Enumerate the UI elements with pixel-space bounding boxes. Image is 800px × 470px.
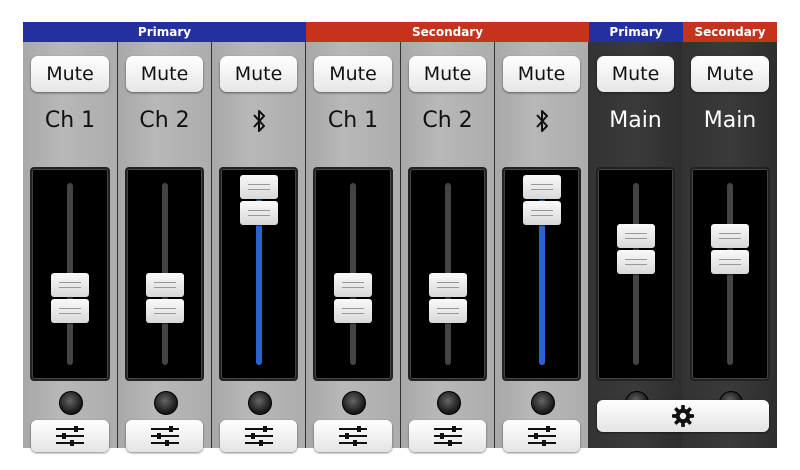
- eq-sliders-icon: [56, 426, 84, 446]
- mute-button[interactable]: Mute: [126, 56, 203, 92]
- fader-handle[interactable]: [711, 223, 749, 274]
- channel-strip-primary-bluetooth: Mute: [212, 42, 306, 452]
- fader: [30, 167, 110, 381]
- mute-button[interactable]: Mute: [314, 56, 392, 92]
- eq-settings-button[interactable]: [31, 420, 109, 452]
- signal-led: [153, 391, 178, 415]
- fader: [313, 167, 393, 381]
- eq-settings-button[interactable]: [314, 420, 392, 452]
- eq-settings-button[interactable]: [503, 420, 580, 452]
- fader: [690, 167, 770, 381]
- eq-settings-button[interactable]: [409, 420, 486, 452]
- group-header-primary: Primary: [23, 22, 306, 42]
- eq-sliders-icon: [339, 426, 367, 446]
- fader: [219, 167, 298, 381]
- channel-strip-primary-ch1: Mute Ch 1: [23, 42, 118, 452]
- group-header-main-primary: Primary: [589, 22, 683, 42]
- fader: [596, 167, 675, 381]
- eq-sliders-icon: [244, 426, 273, 446]
- mute-button[interactable]: Mute: [597, 56, 674, 92]
- eq-sliders-icon: [527, 426, 556, 446]
- fader-track: [727, 183, 733, 365]
- eq-sliders-icon: [150, 426, 179, 446]
- signal-led: [342, 391, 366, 415]
- channel-label: Main: [609, 108, 662, 133]
- fader-handle[interactable]: [428, 272, 467, 323]
- fader: [125, 167, 204, 381]
- fader-handle[interactable]: [522, 175, 561, 225]
- channel-label: Ch 1: [327, 108, 379, 133]
- main-strip-primary: Mute Main: [589, 42, 683, 448]
- fader-track: [632, 183, 639, 365]
- signal-led: [530, 391, 555, 415]
- channel-strip-secondary-ch1: Mute Ch 1: [306, 42, 401, 452]
- channel-strip-secondary-bluetooth: Mute: [495, 42, 589, 452]
- channel-label: Ch 2: [139, 108, 190, 133]
- group-header-secondary: Secondary: [306, 22, 589, 42]
- fader-handle[interactable]: [334, 272, 372, 323]
- fader-handle[interactable]: [145, 272, 184, 323]
- eq-settings-button[interactable]: [220, 420, 297, 452]
- group-header-main-secondary: Secondary: [683, 22, 777, 42]
- bluetooth-icon: [535, 110, 548, 132]
- bluetooth-icon: [252, 110, 265, 132]
- mute-button[interactable]: Mute: [691, 56, 769, 92]
- main-strip-secondary: Mute Main: [683, 42, 777, 448]
- fader-handle[interactable]: [51, 272, 89, 323]
- channel-label: [212, 106, 305, 136]
- eq-sliders-icon: [433, 426, 462, 446]
- channel-label: Ch 2: [422, 108, 473, 133]
- channel-label: Ch 1: [44, 108, 96, 133]
- channel-strip-secondary-ch2: Mute Ch 2: [401, 42, 495, 452]
- mute-button[interactable]: Mute: [503, 56, 580, 92]
- fader-handle[interactable]: [239, 175, 278, 225]
- signal-led: [247, 391, 272, 415]
- fader: [502, 167, 581, 381]
- mixer-panel: Primary Secondary Primary Secondary Mute…: [23, 22, 777, 452]
- channel-strip-primary-ch2: Mute Ch 2: [118, 42, 212, 452]
- gear-icon: [672, 405, 694, 427]
- mute-button[interactable]: Mute: [31, 56, 109, 92]
- mute-button[interactable]: Mute: [409, 56, 486, 92]
- signal-led: [59, 391, 83, 415]
- fader-handle[interactable]: [616, 223, 655, 274]
- fader: [408, 167, 487, 381]
- channel-label: Main: [703, 108, 757, 133]
- signal-led: [436, 391, 461, 415]
- mute-button[interactable]: Mute: [220, 56, 297, 92]
- eq-settings-button[interactable]: [126, 420, 203, 452]
- main-settings-button[interactable]: [597, 400, 769, 432]
- channel-label: [495, 106, 588, 136]
